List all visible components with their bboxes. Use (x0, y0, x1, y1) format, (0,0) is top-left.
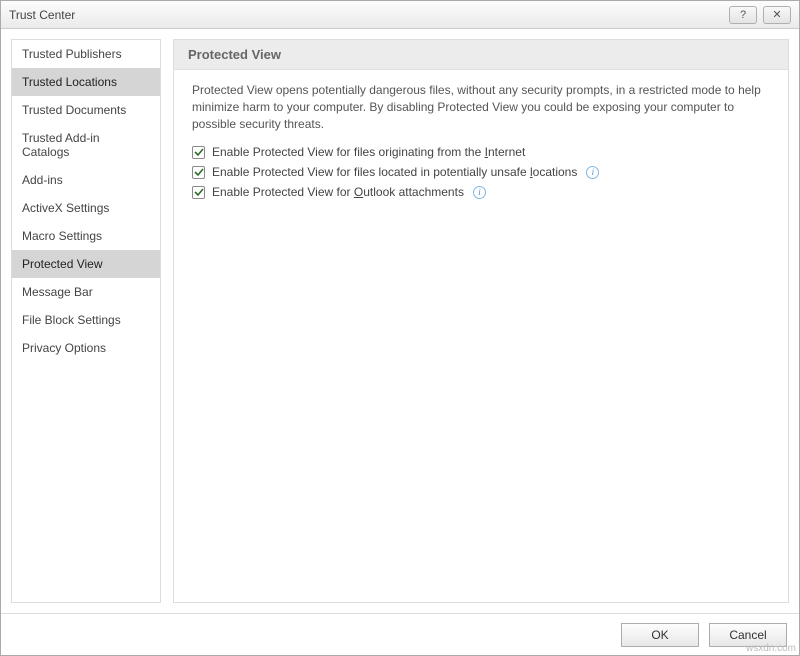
dialog-footer: OK Cancel (1, 613, 799, 655)
checkbox-icon (192, 146, 205, 159)
sidebar-item-add-ins[interactable]: Add-ins (12, 166, 160, 194)
option-internet[interactable]: Enable Protected View for files originat… (192, 142, 770, 162)
sidebar-item-message-bar[interactable]: Message Bar (12, 278, 160, 306)
option-outlook-attachments[interactable]: Enable Protected View for Outlook attach… (192, 182, 770, 202)
section-body: Protected View opens potentially dangero… (174, 70, 788, 214)
sidebar-item-file-block-settings[interactable]: File Block Settings (12, 306, 160, 334)
sidebar: Trusted Publishers Trusted Locations Tru… (11, 39, 161, 603)
sidebar-item-macro-settings[interactable]: Macro Settings (12, 222, 160, 250)
sidebar-item-protected-view[interactable]: Protected View (12, 250, 160, 278)
section-title: Protected View (174, 40, 788, 70)
option-label: Enable Protected View for Outlook attach… (212, 185, 464, 199)
help-button[interactable]: ? (729, 6, 757, 24)
close-icon: ✕ (772, 8, 781, 21)
sidebar-item-trusted-publishers[interactable]: Trusted Publishers (12, 40, 160, 68)
option-label: Enable Protected View for files originat… (212, 145, 525, 159)
sidebar-item-activex-settings[interactable]: ActiveX Settings (12, 194, 160, 222)
dialog-body: Trusted Publishers Trusted Locations Tru… (1, 29, 799, 613)
close-button[interactable]: ✕ (763, 6, 791, 24)
sidebar-item-trusted-locations[interactable]: Trusted Locations (12, 68, 160, 96)
option-unsafe-locations[interactable]: Enable Protected View for files located … (192, 162, 770, 182)
watermark: wsxdn.com (746, 643, 796, 654)
titlebar: Trust Center ? ✕ (1, 1, 799, 29)
content-panel: Protected View Protected View opens pote… (173, 39, 789, 603)
sidebar-item-trusted-add-in-catalogs[interactable]: Trusted Add-in Catalogs (12, 124, 160, 166)
sidebar-item-privacy-options[interactable]: Privacy Options (12, 334, 160, 362)
window-title: Trust Center (9, 8, 723, 22)
checkbox-icon (192, 186, 205, 199)
ok-button[interactable]: OK (621, 623, 699, 647)
section-description: Protected View opens potentially dangero… (192, 82, 770, 132)
info-icon[interactable]: i (586, 166, 599, 179)
trust-center-dialog: Trust Center ? ✕ Trusted Publishers Trus… (0, 0, 800, 656)
option-label: Enable Protected View for files located … (212, 165, 577, 179)
checkbox-icon (192, 166, 205, 179)
help-icon: ? (740, 9, 746, 21)
info-icon[interactable]: i (473, 186, 486, 199)
sidebar-item-trusted-documents[interactable]: Trusted Documents (12, 96, 160, 124)
